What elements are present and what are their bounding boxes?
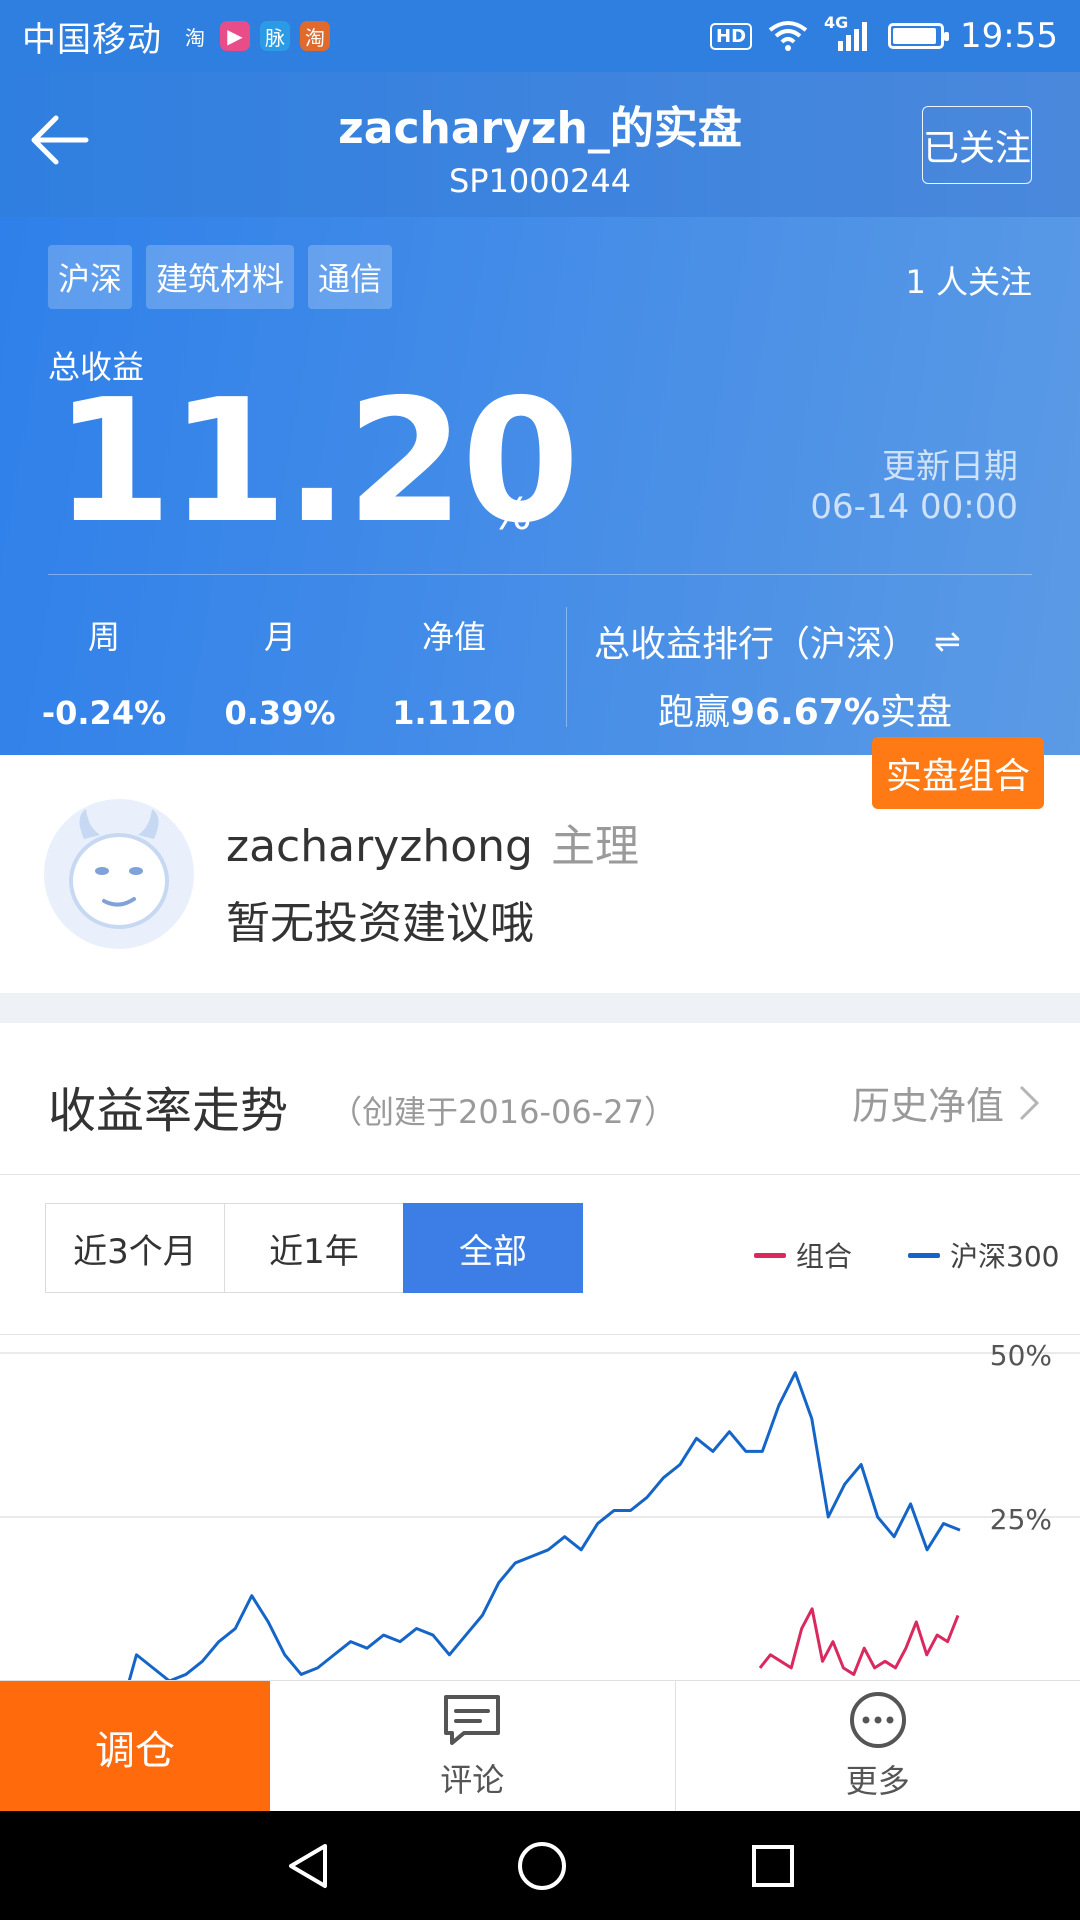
creation-date: （创建于2016-06-27）	[330, 1093, 676, 1131]
legend-label-index: 沪深300	[950, 1240, 1060, 1273]
return-chart-svg	[0, 1352, 1080, 1680]
tag-industry[interactable]: 建筑材料	[146, 245, 295, 309]
range-tabs: 近3个月 近1年 全部	[45, 1203, 583, 1295]
series-line-portfolio	[758, 1607, 960, 1676]
carrier-name: 中国移动	[22, 19, 162, 60]
notification-icons: 淘 ▶ 脉淘	[180, 21, 330, 51]
rank-toggle[interactable]: 总收益排行（沪深） ⇌	[594, 615, 961, 667]
summary-divider	[48, 574, 1032, 575]
video-app-icon: ▶	[220, 21, 250, 51]
nav-home-icon[interactable]	[515, 1839, 569, 1893]
total-return-unit: %	[490, 489, 532, 540]
stats-divider	[566, 607, 567, 727]
switch-icon: ⇌	[934, 622, 961, 660]
system-nav-bar	[0, 1811, 1080, 1920]
tag-market[interactable]: 沪深	[48, 245, 133, 309]
tag-sector[interactable]: 通信	[308, 245, 393, 309]
portfolio-summary: 沪深 建筑材料 通信 1 人关注 总收益 11.20 % 更新日期 06-14 …	[0, 217, 1080, 755]
range-selector-row: 近3个月 近1年 全部 组合 沪深300	[0, 1175, 1080, 1335]
monthly-return-value: 0.39%	[224, 694, 336, 732]
follower-count: 1 人关注	[905, 263, 1032, 301]
bottom-toolbar: 调仓 评论 更多	[0, 1680, 1080, 1812]
net-value-value: 1.1120	[392, 694, 516, 732]
rebalance-button[interactable]: 调仓	[0, 1681, 270, 1812]
history-nav-link[interactable]: 历史净值	[852, 1075, 1040, 1130]
update-date-label: 更新日期	[882, 447, 1018, 487]
nav-back-icon[interactable]	[283, 1840, 335, 1892]
net-value-label: 净值	[421, 618, 486, 656]
taobao-icon: 淘	[180, 21, 210, 51]
follow-button[interactable]: 已关注	[922, 106, 1032, 184]
tab-1-year[interactable]: 近1年	[224, 1203, 404, 1293]
maimai-icon: 脉	[260, 21, 290, 51]
more-button[interactable]: 更多	[674, 1681, 1080, 1811]
weekly-return-label: 周	[87, 618, 120, 656]
beat-prefix: 跑赢	[658, 692, 731, 733]
weekly-return: 周 -0.24%	[14, 612, 194, 732]
beat-value: 96.67%	[730, 692, 880, 733]
bull-mascot-icon	[69, 809, 169, 929]
title-block: zacharyzh_的实盘 SP1000244	[0, 92, 1080, 200]
weekly-return-value: -0.24%	[41, 694, 167, 732]
status-bar: 中国移动 淘 ▶ 脉淘 HD 4G 19:55	[0, 0, 1080, 72]
tag-list: 沪深 建筑材料 通信	[48, 245, 393, 309]
header-bar: zacharyzh_的实盘 SP1000244 已关注	[0, 72, 1080, 217]
more-label: 更多	[845, 1762, 910, 1800]
manager-name-line: zacharyzhong 主理	[226, 810, 639, 874]
y-tick-25: 25%	[989, 1503, 1052, 1536]
battery-icon	[888, 23, 950, 49]
legend-label-portfolio: 组合	[796, 1240, 853, 1273]
comment-label: 评论	[440, 1761, 505, 1799]
rank-label: 总收益排行（沪深）	[594, 624, 919, 665]
section-separator	[0, 993, 1080, 1023]
update-date-value: 06-14 00:00	[810, 487, 1018, 527]
clock: 19:55	[960, 16, 1058, 56]
chart-header: 收益率走势 （创建于2016-06-27） 历史净值	[0, 1023, 1080, 1175]
comment-icon	[444, 1695, 501, 1745]
net-value: 净值 1.1120	[364, 612, 544, 732]
comment-button[interactable]: 评论	[270, 1681, 675, 1811]
avatar[interactable]	[44, 799, 194, 949]
y-tick-50: 50%	[989, 1339, 1052, 1372]
legend-swatch-portfolio	[754, 1252, 786, 1258]
legend-portfolio: 组合	[754, 1235, 852, 1275]
history-nav-label: 历史净值	[851, 1084, 1004, 1128]
taobao-orange-icon: 淘	[300, 21, 330, 51]
page-title: zacharyzh_的实盘	[338, 103, 742, 154]
portfolio-type-badge: 实盘组合	[871, 737, 1044, 809]
legend-swatch-index	[908, 1252, 940, 1258]
manager-name[interactable]: zacharyzhong	[226, 821, 533, 872]
more-icon	[849, 1692, 906, 1748]
signal-icon: 4G	[824, 13, 872, 53]
wifi-icon	[768, 21, 808, 51]
investment-note: 暂无投资建议哦	[226, 898, 534, 949]
legend-index: 沪深300	[908, 1235, 1059, 1275]
portfolio-code: SP1000244	[448, 162, 632, 200]
nav-recents-icon[interactable]	[749, 1842, 797, 1890]
chart-title: 收益率走势	[48, 1083, 289, 1139]
tab-all[interactable]: 全部	[403, 1203, 583, 1293]
beat-percentage: 跑赢96.67%实盘	[658, 683, 952, 735]
monthly-return: 月 0.39%	[190, 612, 370, 732]
beat-suffix: 实盘	[879, 692, 952, 733]
manager-role: 主理	[550, 821, 639, 872]
status-indicators: HD 4G 19:55	[710, 13, 1058, 56]
hd-icon: HD	[710, 22, 753, 50]
monthly-return-label: 月	[263, 618, 296, 656]
return-chart[interactable]: 50% 25%	[0, 1335, 1080, 1680]
series-line-index	[127, 1371, 961, 1680]
tab-3-months[interactable]: 近3个月	[45, 1203, 225, 1293]
chevron-right-icon	[1019, 1085, 1040, 1120]
